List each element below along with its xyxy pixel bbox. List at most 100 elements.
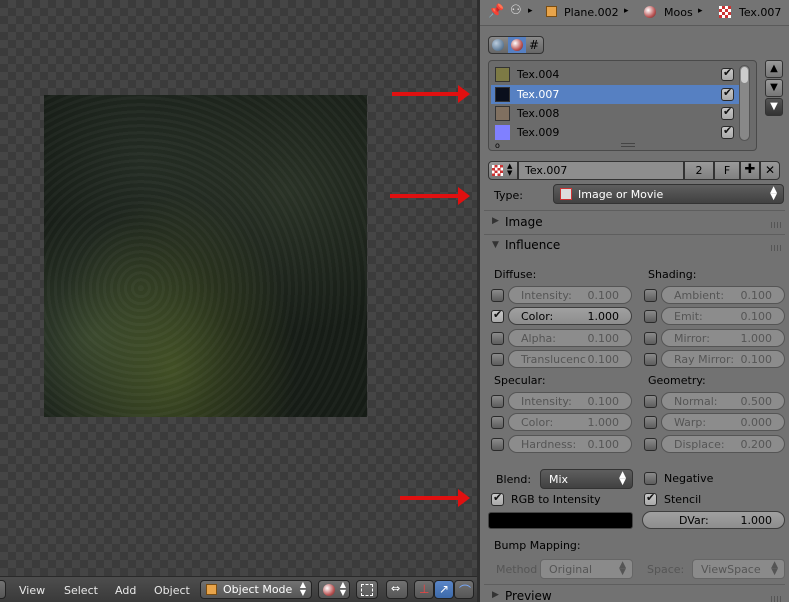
texture-browse-button[interactable]: ▲ ▼ xyxy=(488,161,518,180)
specular-hardness-checkbox[interactable] xyxy=(491,438,504,451)
menu-select[interactable]: Select xyxy=(64,584,98,597)
world-icon[interactable] xyxy=(492,39,504,51)
geometry-displace-field[interactable]: Displace: 0.200 xyxy=(661,435,785,453)
geometry-warp-checkbox[interactable] xyxy=(644,416,657,429)
influence-section-header[interactable]: Influence xyxy=(505,238,560,252)
preview-section-header[interactable]: Preview xyxy=(505,589,552,602)
diffuse-alpha-field[interactable]: Alpha: 0.100 xyxy=(508,329,632,347)
texture-color-swatch[interactable] xyxy=(488,512,633,529)
textured-plane xyxy=(44,95,367,417)
image-section-expand-icon[interactable]: ▶ xyxy=(492,216,499,226)
shading-ray-mirror-field[interactable]: Ray Mirror: 0.100 xyxy=(661,350,785,368)
list-item-label: Tex.008 xyxy=(517,107,560,120)
diffuse-color-field[interactable]: Color: 1.000 xyxy=(508,307,632,325)
geometry-normal-field[interactable]: Normal: 0.500 xyxy=(661,392,785,410)
preview-section-expand-icon[interactable]: ▶ xyxy=(492,590,499,600)
specular-color-checkbox[interactable] xyxy=(491,416,504,429)
mesh-icon xyxy=(546,6,557,17)
texture-name-field[interactable]: Tex.007 xyxy=(518,161,684,180)
material-tab-icon[interactable] xyxy=(508,37,526,53)
chevron-updown-icon: ▲ ▼ xyxy=(619,560,626,577)
manipulator-translate-button[interactable]: ⊥ xyxy=(414,580,434,599)
geometry-displace-checkbox[interactable] xyxy=(644,438,657,451)
panel-drag-grip[interactable] xyxy=(771,245,781,251)
influence-section-collapse-icon[interactable]: ▼ xyxy=(492,240,499,250)
list-filter-icon[interactable]: o xyxy=(495,141,500,150)
texture-thumb xyxy=(495,87,510,102)
list-item[interactable]: Tex.008 xyxy=(491,104,743,123)
list-item[interactable]: Tex.009 xyxy=(491,123,743,142)
chevron-updown-icon: ▲ ▼ xyxy=(770,185,777,202)
space-dropdown[interactable]: ViewSpace ▲ ▼ xyxy=(692,559,785,579)
specular-intensity-checkbox[interactable] xyxy=(491,395,504,408)
geometry-normal-checkbox[interactable] xyxy=(644,395,657,408)
chevron-updown-icon: ▲ ▼ xyxy=(339,580,346,597)
snap-button[interactable]: ⇔ xyxy=(386,580,408,599)
negative-checkbox[interactable] xyxy=(644,472,657,485)
specular-hardness-field[interactable]: Hardness: 0.100 xyxy=(508,435,632,453)
fake-user-button[interactable]: F xyxy=(714,161,740,180)
diffuse-alpha-checkbox[interactable] xyxy=(491,332,504,345)
geometry-warp-field[interactable]: Warp: 0.000 xyxy=(661,413,785,431)
diffuse-intensity-checkbox[interactable] xyxy=(491,289,504,302)
mode-dropdown[interactable]: Object Mode ▲ ▼ xyxy=(200,580,312,599)
breadcrumb-object: Plane.002 xyxy=(564,6,619,19)
pin-icon[interactable]: 📌 xyxy=(488,4,504,19)
panel-drag-grip[interactable] xyxy=(771,596,781,602)
specular-intensity-field[interactable]: Intensity: 0.100 xyxy=(508,392,632,410)
image-section-header[interactable]: Image xyxy=(505,215,543,229)
chevron-updown-icon: ▲ ▼ xyxy=(619,470,626,487)
slot-enable-checkbox[interactable] xyxy=(721,124,734,139)
shading-ray-mirror-checkbox[interactable] xyxy=(644,353,657,366)
field-label: Normal: xyxy=(674,395,718,408)
type-dropdown[interactable]: Image or Movie ▲ ▼ xyxy=(553,184,784,204)
method-dropdown[interactable]: Original ▲ ▼ xyxy=(540,559,633,579)
dvar-field[interactable]: DVar: 1.000 xyxy=(642,511,785,529)
shading-mirror-checkbox[interactable] xyxy=(644,332,657,345)
diffuse-color-checkbox[interactable] xyxy=(491,308,504,323)
diffuse-intensity-field[interactable]: Intensity: 0.100 xyxy=(508,286,632,304)
viewport-3d[interactable] xyxy=(0,0,477,576)
menu-view[interactable]: View xyxy=(19,584,45,597)
blend-dropdown[interactable]: Mix ▲ ▼ xyxy=(540,469,633,489)
shading-emit-field[interactable]: Emit: 0.100 xyxy=(661,307,785,325)
move-slot-down-button[interactable]: ▼ xyxy=(765,79,783,97)
specular-color-field[interactable]: Color: 1.000 xyxy=(508,413,632,431)
rgb-to-intensity-checkbox[interactable] xyxy=(491,491,504,506)
panel-drag-grip[interactable] xyxy=(771,222,781,228)
list-resize-grip[interactable] xyxy=(621,143,635,147)
new-texture-button[interactable]: ✚ xyxy=(740,161,760,180)
manipulator-scale-button[interactable]: ⌒ xyxy=(454,580,474,599)
shading-emit-checkbox[interactable] xyxy=(644,310,657,323)
manipulator-rotate-button[interactable]: ↗ xyxy=(434,580,454,599)
slot-enable-checkbox[interactable] xyxy=(721,66,734,81)
list-scrollbar[interactable] xyxy=(739,65,750,141)
slot-enable-checkbox[interactable] xyxy=(721,105,734,120)
stencil-checkbox[interactable] xyxy=(644,491,657,506)
viewport-header: View Select Add Object Object Mode ▲ ▼ ▲ ▼… xyxy=(0,576,477,602)
divider xyxy=(484,234,785,235)
shading-mirror-field[interactable]: Mirror: 1.000 xyxy=(661,329,785,347)
shading-ambient-field[interactable]: Ambient: 0.100 xyxy=(661,286,785,304)
shading-ambient-checkbox[interactable] xyxy=(644,289,657,302)
editor-type-button[interactable] xyxy=(0,580,6,599)
blend-value: Mix xyxy=(549,473,569,486)
chevron-right-icon: ▸ xyxy=(528,6,533,16)
diffuse-translucency-field[interactable]: Translucenc 0.100 xyxy=(508,350,632,368)
slot-specials-button[interactable]: ▼ xyxy=(765,98,783,116)
pivot-button[interactable] xyxy=(356,580,378,599)
diffuse-translucency-checkbox[interactable] xyxy=(491,353,504,366)
menu-object[interactable]: Object xyxy=(154,584,190,597)
unlink-texture-button[interactable]: ✕ xyxy=(760,161,780,180)
shading-dropdown[interactable]: ▲ ▼ xyxy=(318,580,350,599)
texture-slot-list[interactable]: Tex.004 Tex.007 Tex.008 Tex.009 o xyxy=(488,60,757,151)
field-value: 0.100 xyxy=(587,353,620,366)
brush-grid-icon[interactable]: # xyxy=(529,38,539,52)
list-item[interactable]: Tex.004 xyxy=(491,65,743,84)
move-slot-up-button[interactable]: ▲ xyxy=(765,60,783,78)
menu-add[interactable]: Add xyxy=(115,584,136,597)
blend-label: Blend: xyxy=(496,473,532,486)
list-item-selected[interactable]: Tex.007 xyxy=(491,85,743,104)
slot-enable-checkbox[interactable] xyxy=(721,86,734,101)
users-count-button[interactable]: 2 xyxy=(684,161,714,180)
